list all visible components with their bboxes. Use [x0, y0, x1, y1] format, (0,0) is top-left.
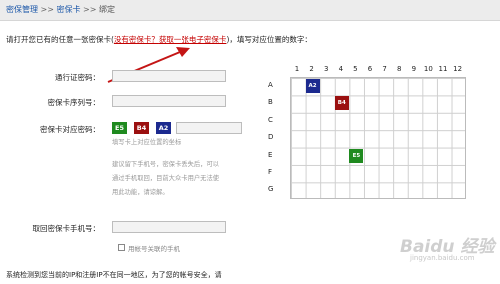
card-mark-b4: B4: [334, 96, 349, 111]
card-column-11: 11: [438, 65, 448, 73]
serial-number-input[interactable]: [112, 95, 226, 107]
phone-suggest-hint-2: 通过手机取回，目前大众卡用户无法使: [112, 175, 220, 182]
card-row-A: A: [268, 81, 273, 89]
coord-password-label: 密保卡对应密码：: [40, 125, 100, 134]
card-column-3: 3: [323, 65, 329, 73]
coord-badge-e5: E5: [112, 122, 127, 134]
ip-warning-text: 系统检测到您当前的IP和注册IP不在同一地区，为了您的帐号安全，请: [6, 271, 222, 279]
phone-suggest-hint-1: 建议留下手机号，密保卡丢失后，可以: [112, 161, 220, 168]
card-grid: [290, 77, 466, 199]
card-column-7: 7: [382, 65, 387, 73]
card-row-C: C: [268, 115, 273, 124]
use-linked-phone-label: 用帐号关联的手机: [128, 245, 180, 253]
login-password-label: 通行证密码：: [55, 73, 100, 82]
card-column-1: 1: [294, 65, 300, 73]
card-row-F: F: [268, 168, 273, 176]
card-column-12: 12: [453, 65, 463, 73]
card-column-9: 9: [411, 65, 417, 73]
card-column-2: 2: [309, 65, 314, 73]
phone-label: 取回密保卡手机号：: [32, 224, 101, 233]
card-mark-e5: E5: [349, 148, 364, 163]
card-row-E: E: [268, 150, 273, 159]
coord-badge-b4: B4: [134, 122, 149, 134]
card-column-6: 6: [367, 65, 373, 73]
card-mark-a2: A2: [305, 79, 320, 93]
card-column-4: 4: [338, 65, 344, 73]
card-row-G: G: [268, 185, 274, 194]
coord-hint: 填写卡上对应位置的坐标: [112, 139, 182, 146]
card-row-D: D: [268, 133, 274, 142]
coord-badge-a2: A2: [156, 122, 171, 134]
phone-suggest-hint-3: 用此功能，请谅解。: [112, 189, 169, 196]
baidu-watermark-url: jingyan.baidu.com: [410, 254, 475, 262]
phone-input[interactable]: [112, 221, 226, 233]
use-linked-phone-checkbox[interactable]: [118, 244, 125, 251]
card-column-10: 10: [423, 65, 433, 73]
card-column-8: 8: [396, 65, 402, 73]
login-password-input[interactable]: [112, 70, 226, 82]
coord-password-input[interactable]: [176, 122, 242, 134]
card-row-B: B: [268, 98, 273, 107]
card-column-5: 5: [353, 65, 358, 73]
serial-number-label: 密保卡序列号：: [47, 98, 101, 107]
